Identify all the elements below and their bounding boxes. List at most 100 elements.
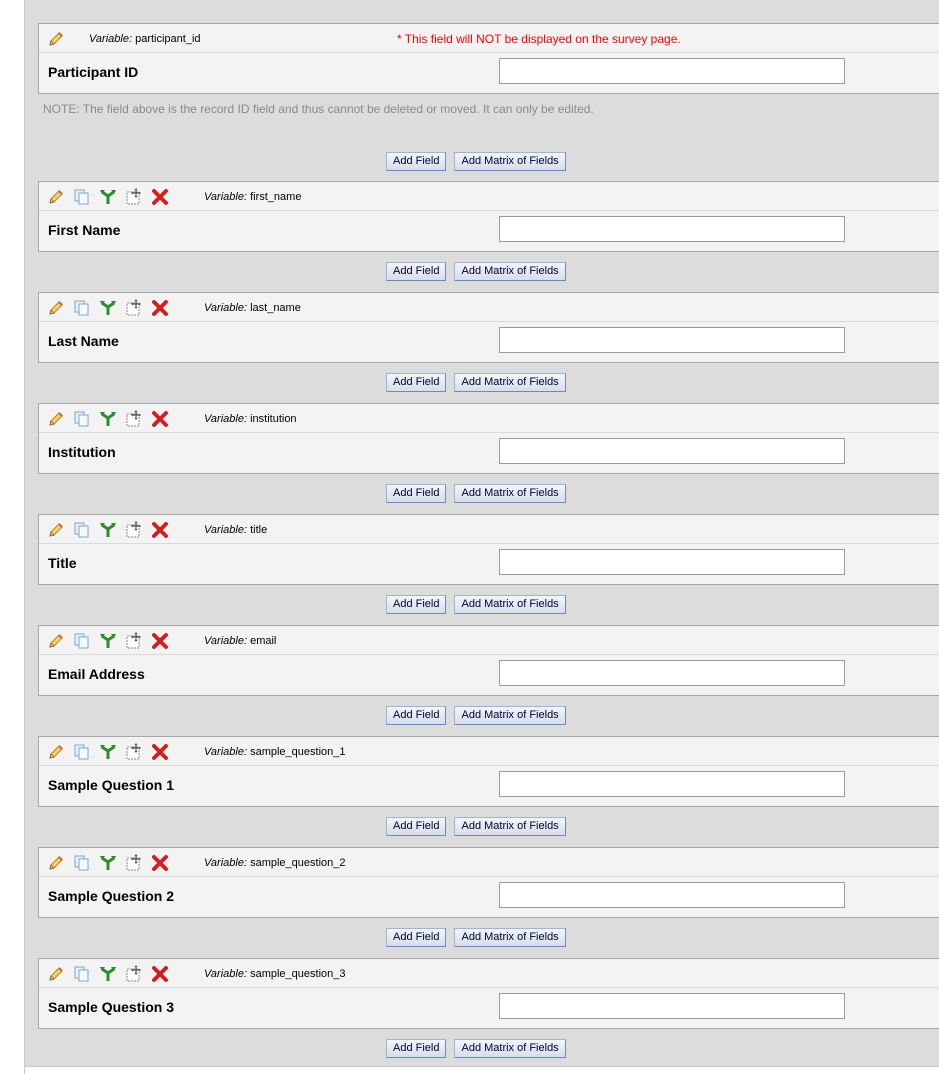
delete-icon[interactable]: [151, 854, 168, 871]
field-label: First Name: [48, 222, 121, 238]
add-field-button[interactable]: Add Field: [386, 373, 447, 392]
field-list: Variable: participant_id * This field wi…: [25, 0, 939, 1067]
field-toolbar: Variable: sample_question_2: [39, 848, 939, 877]
add-matrix-button[interactable]: Add Matrix of Fields: [454, 152, 566, 171]
pencil-icon[interactable]: [47, 854, 63, 870]
copy-icon[interactable]: [73, 965, 89, 982]
copy-icon[interactable]: [73, 410, 89, 427]
add-field-button-row: Add Field Add Matrix of Fields: [386, 1039, 574, 1059]
add-field-button-row: Add Field Add Matrix of Fields: [386, 817, 574, 837]
move-icon[interactable]: [125, 632, 141, 649]
move-icon[interactable]: [125, 854, 141, 871]
copy-icon[interactable]: [73, 632, 89, 649]
field-label: Email Address: [48, 666, 145, 682]
variable-name-text: Variable: sample_question_3: [204, 968, 346, 980]
delete-icon[interactable]: [151, 299, 168, 316]
add-matrix-button[interactable]: Add Matrix of Fields: [454, 1039, 566, 1058]
add-field-button[interactable]: Add Field: [386, 1039, 447, 1058]
add-field-button-row: Add Field Add Matrix of Fields: [386, 928, 574, 948]
move-icon[interactable]: [125, 965, 141, 982]
email-input[interactable]: [499, 660, 845, 686]
move-icon[interactable]: [125, 410, 141, 427]
pencil-icon[interactable]: [47, 965, 63, 981]
institution-input[interactable]: [499, 438, 845, 464]
variable-name-text: Variable: institution: [204, 413, 297, 425]
move-icon[interactable]: [125, 743, 141, 760]
add-field-button[interactable]: Add Field: [386, 928, 447, 947]
delete-icon[interactable]: [151, 632, 168, 649]
pencil-icon[interactable]: [47, 632, 63, 648]
survey-hidden-warning: * This field will NOT be displayed on th…: [397, 32, 681, 46]
add-matrix-button[interactable]: Add Matrix of Fields: [454, 706, 566, 725]
copy-icon[interactable]: [73, 854, 89, 871]
add-matrix-button[interactable]: Add Matrix of Fields: [454, 373, 566, 392]
variable-name-text: Variable: first_name: [204, 191, 302, 203]
delete-icon[interactable]: [151, 410, 168, 427]
move-icon[interactable]: [125, 188, 141, 205]
sample-question-3-input[interactable]: [499, 993, 845, 1019]
move-icon[interactable]: [125, 521, 141, 538]
field-label: Last Name: [48, 333, 119, 349]
add-matrix-button[interactable]: Add Matrix of Fields: [454, 928, 566, 947]
sample-question-2-input[interactable]: [499, 882, 845, 908]
variable-name-text: Variable: email: [204, 635, 277, 647]
sample-question-1-input[interactable]: [499, 771, 845, 797]
variable-name-text: Variable: last_name: [204, 302, 301, 314]
field-block-first-name: Variable: first_name First Name: [38, 181, 939, 252]
pencil-icon[interactable]: [47, 188, 63, 204]
delete-icon[interactable]: [151, 965, 168, 982]
add-field-button[interactable]: Add Field: [386, 484, 447, 503]
delete-icon[interactable]: [151, 743, 168, 760]
branching-icon[interactable]: [99, 965, 116, 981]
field-toolbar: Variable: email: [39, 626, 939, 655]
field-toolbar: Variable: participant_id * This field wi…: [39, 24, 939, 53]
branching-icon[interactable]: [99, 299, 116, 315]
field-label: Participant ID: [48, 64, 139, 80]
participant-id-input[interactable]: [499, 58, 845, 84]
field-label: Sample Question 1: [48, 777, 175, 793]
delete-icon[interactable]: [151, 521, 168, 538]
add-field-button[interactable]: Add Field: [386, 262, 447, 281]
add-matrix-button[interactable]: Add Matrix of Fields: [454, 595, 566, 614]
online-designer-frame: Variable: participant_id * This field wi…: [0, 0, 939, 1074]
branching-icon[interactable]: [99, 521, 116, 537]
copy-icon[interactable]: [73, 188, 89, 205]
pencil-icon[interactable]: [47, 30, 63, 46]
copy-icon[interactable]: [73, 521, 89, 538]
branching-icon[interactable]: [99, 743, 116, 759]
pencil-icon[interactable]: [47, 410, 63, 426]
pencil-icon[interactable]: [47, 299, 63, 315]
field-label: Title: [48, 555, 77, 571]
add-field-button[interactable]: Add Field: [386, 706, 447, 725]
field-toolbar: Variable: first_name: [39, 182, 939, 211]
branching-icon[interactable]: [99, 410, 116, 426]
pencil-icon[interactable]: [47, 743, 63, 759]
field-block-sample-question-2: Variable: sample_question_2 Sample Questi…: [38, 847, 939, 918]
add-field-button-row: Add Field Add Matrix of Fields: [386, 595, 574, 615]
add-field-button[interactable]: Add Field: [386, 152, 447, 171]
field-block-email: Variable: email Email Address: [38, 625, 939, 696]
variable-name-text: Variable: sample_question_1: [204, 746, 346, 758]
add-matrix-button[interactable]: Add Matrix of Fields: [454, 817, 566, 836]
move-icon[interactable]: [125, 299, 141, 316]
copy-icon[interactable]: [73, 299, 89, 316]
record-id-note: NOTE: The field above is the record ID f…: [43, 102, 594, 116]
variable-name-text: Variable: sample_question_2: [204, 857, 346, 869]
delete-icon[interactable]: [151, 188, 168, 205]
add-matrix-button[interactable]: Add Matrix of Fields: [454, 262, 566, 281]
add-field-button[interactable]: Add Field: [386, 595, 447, 614]
title-input[interactable]: [499, 549, 845, 575]
first-name-input[interactable]: [499, 216, 845, 242]
add-field-button[interactable]: Add Field: [386, 817, 447, 836]
add-field-button-row: Add Field Add Matrix of Fields: [386, 373, 574, 393]
branching-icon[interactable]: [99, 188, 116, 204]
pencil-icon[interactable]: [47, 521, 63, 537]
branching-icon[interactable]: [99, 854, 116, 870]
last-name-input[interactable]: [499, 327, 845, 353]
copy-icon[interactable]: [73, 743, 89, 760]
branching-icon[interactable]: [99, 632, 116, 648]
record-id-field-block: Variable: participant_id * This field wi…: [38, 23, 939, 94]
field-block-institution: Variable: institution Institution: [38, 403, 939, 474]
add-matrix-button[interactable]: Add Matrix of Fields: [454, 484, 566, 503]
add-field-button-row: Add Field Add Matrix of Fields: [386, 484, 574, 504]
